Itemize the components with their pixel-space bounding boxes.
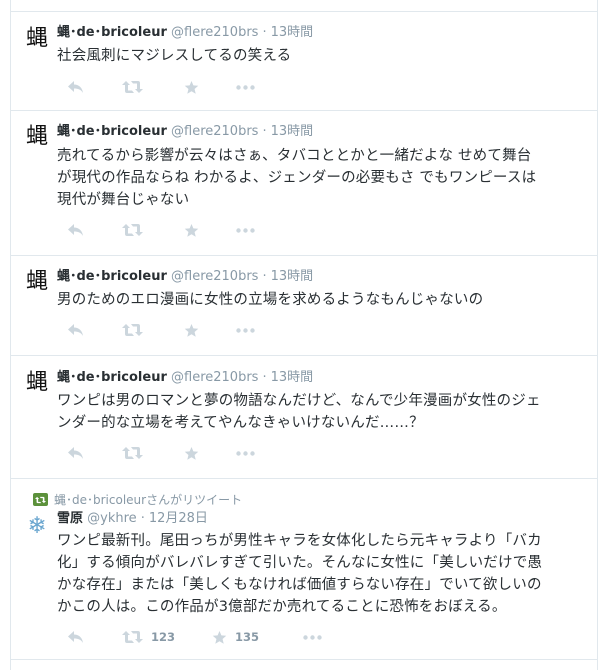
- tweet-text-line: 売れてるから影響が云々はさぁ、タバコととかと一緒だよな せめて舞台: [57, 148, 532, 164]
- tweet-header: 蝿･de･bricoleur @flere210brs · 13時間: [57, 370, 313, 386]
- reply-icon: [68, 631, 83, 643]
- author-handle[interactable]: @flere210brs: [171, 124, 258, 139]
- avatar[interactable]: 蝿: [24, 269, 50, 295]
- author-name[interactable]: 雪原: [57, 511, 83, 526]
- author-name[interactable]: 蝿･de･bricoleur: [57, 370, 167, 385]
- tweet-header: 蝿･de･bricoleur @flere210brs · 13時間: [57, 25, 313, 41]
- favorite-count[interactable]: 135: [235, 630, 259, 644]
- tweet[interactable]: 蝿 蝿･de･bricoleur @flere210brs · 13時間 ワンピは男…: [11, 356, 597, 479]
- retweet-icon: [122, 81, 143, 93]
- avatar[interactable]: 蝿: [24, 124, 50, 150]
- favorite-button[interactable]: [184, 321, 199, 339]
- favorite-button[interactable]: [184, 221, 199, 239]
- retweet-icon: [122, 324, 143, 336]
- avatar[interactable]: ❄: [24, 513, 50, 539]
- retweet-button[interactable]: [122, 221, 143, 239]
- separator-dot: ·: [262, 124, 267, 139]
- reply-icon: [68, 224, 83, 236]
- more-button[interactable]: [303, 628, 322, 646]
- author-name[interactable]: 蝿･de･bricoleur: [57, 124, 167, 139]
- star-icon: [212, 630, 227, 644]
- more-icon: [236, 84, 255, 90]
- more-button[interactable]: [236, 221, 255, 239]
- timestamp[interactable]: 13時間: [271, 124, 314, 139]
- star-icon: [184, 80, 199, 94]
- separator-dot: ·: [140, 511, 145, 526]
- retweet-count[interactable]: 123: [151, 630, 175, 644]
- tweet-text-line: ワンピは男のロマンと夢の物語なんだけど、なんで少年漫画が女性のジェ: [57, 393, 541, 409]
- favorite-button[interactable]: [184, 444, 199, 462]
- separator-dot: ·: [262, 370, 267, 385]
- reply-icon: [68, 81, 83, 93]
- author-handle[interactable]: @flere210brs: [171, 269, 258, 284]
- timestamp[interactable]: 13時間: [271, 370, 314, 385]
- reply-button[interactable]: [67, 321, 84, 339]
- retweet-icon: [122, 224, 143, 236]
- retweet-button[interactable]: [122, 444, 143, 462]
- reply-button[interactable]: [67, 78, 84, 96]
- tweet-text-line: が現代の作品ならね わかるよ、ジェンダーの必要もさ でもワンピースは: [57, 170, 537, 186]
- more-button[interactable]: [236, 78, 255, 96]
- avatar[interactable]: 蝿: [24, 26, 50, 52]
- tweet-header: 蝿･de･bricoleur @flere210brs · 13時間: [57, 124, 313, 140]
- separator-dot: ·: [262, 269, 267, 284]
- more-icon: [236, 450, 255, 456]
- tweet-text: 売れてるから影響が云々はさぁ、タバコととかと一緒だよな せめて舞台 が現代の作品…: [57, 145, 592, 211]
- tweet-text-line: ンダー的な立場を考えてやんなきゃいけないんだ……？: [57, 415, 424, 431]
- retweet-button[interactable]: [122, 321, 143, 339]
- more-button[interactable]: [236, 444, 255, 462]
- retweet-icon: [122, 447, 143, 459]
- retweet-context-text[interactable]: 蝿･de･bricoleurさんがリツイート: [54, 491, 242, 508]
- tweet[interactable]: 蝿 蝿･de･bricoleur @flere210brs · 13時間 男のための…: [11, 256, 597, 356]
- reply-button[interactable]: [67, 444, 84, 462]
- retweet-context: 蝿･de･bricoleurさんがリツイート: [33, 491, 242, 508]
- favorite-button[interactable]: 135: [212, 628, 259, 646]
- more-icon: [236, 227, 255, 233]
- tweet-text-line: 現代が舞台じゃない: [57, 192, 190, 208]
- tweet[interactable]: 蝿 蝿･de･bricoleur @flere210brs · 13時間 売れてるか…: [11, 111, 597, 256]
- timestamp[interactable]: 13時間: [271, 25, 314, 40]
- tweet-text: ワンピ最新刊。尾田っちが男性キャラを女体化したら元キャラより「バカ 化」する傾向…: [57, 530, 592, 618]
- author-name[interactable]: 蝿･de･bricoleur: [57, 269, 167, 284]
- more-icon: [236, 327, 255, 333]
- tweet-text-line: かこの人は。この作品が3億部だか売れてることに恐怖をおぼえる。: [57, 599, 507, 615]
- favorite-button[interactable]: [184, 78, 199, 96]
- retweeted-tweet[interactable]: 蝿･de･bricoleurさんがリツイート ❄ 雪原 @ykhre · 12月28…: [11, 479, 597, 660]
- tweet-text: ワンピは男のロマンと夢の物語なんだけど、なんで少年漫画が女性のジェ ンダー的な立…: [57, 390, 592, 434]
- more-button[interactable]: [236, 321, 255, 339]
- separator-dot: ·: [262, 25, 267, 40]
- tweet-text-line: ワンピ最新刊。尾田っちが男性キャラを女体化したら元キャラより「バカ: [57, 533, 542, 549]
- more-icon: [303, 634, 322, 640]
- retweet-icon: [122, 631, 143, 643]
- tweet-header: 雪原 @ykhre · 12月28日: [57, 511, 208, 527]
- timestamp[interactable]: 12月28日: [149, 511, 208, 526]
- tweet-text: 男のためのエロ漫画に女性の立場を求めるようなもんじゃないの: [57, 292, 484, 308]
- author-handle[interactable]: @flere210brs: [171, 370, 258, 385]
- tweet-header: 蝿･de･bricoleur @flere210brs · 13時間: [57, 269, 313, 285]
- reply-button[interactable]: [67, 628, 84, 646]
- star-icon: [184, 223, 199, 237]
- star-icon: [184, 446, 199, 460]
- star-icon: [184, 323, 199, 337]
- author-handle[interactable]: @flere210brs: [171, 25, 258, 40]
- reply-icon: [68, 324, 83, 336]
- timeline-column: 蝿 蝿･de･bricoleur @flere210brs · 13時間 社会風刺に…: [10, 0, 598, 670]
- retweet-badge-icon: [33, 493, 48, 506]
- retweet-button[interactable]: [122, 78, 143, 96]
- author-handle[interactable]: @ykhre: [87, 511, 137, 526]
- tweet-text-line: 化」する傾向がバレバレすぎて引いた。そんなに女性に「美しいだけで愚: [57, 555, 543, 571]
- timestamp[interactable]: 13時間: [271, 269, 314, 284]
- avatar[interactable]: 蝿: [24, 370, 50, 396]
- author-name[interactable]: 蝿･de･bricoleur: [57, 25, 167, 40]
- tweet-text: 社会風刺にマジレスしてるの笑える: [57, 48, 292, 64]
- tweet-text-line: かな存在」または「美しくもなければ価値すらない存在」でいて欲しいの: [57, 577, 542, 593]
- tweet[interactable]: 蝿 蝿･de･bricoleur @flere210brs · 13時間 社会風刺に…: [11, 12, 597, 111]
- retweet-button[interactable]: 123: [122, 628, 175, 646]
- reply-button[interactable]: [67, 221, 84, 239]
- reply-icon: [68, 447, 83, 459]
